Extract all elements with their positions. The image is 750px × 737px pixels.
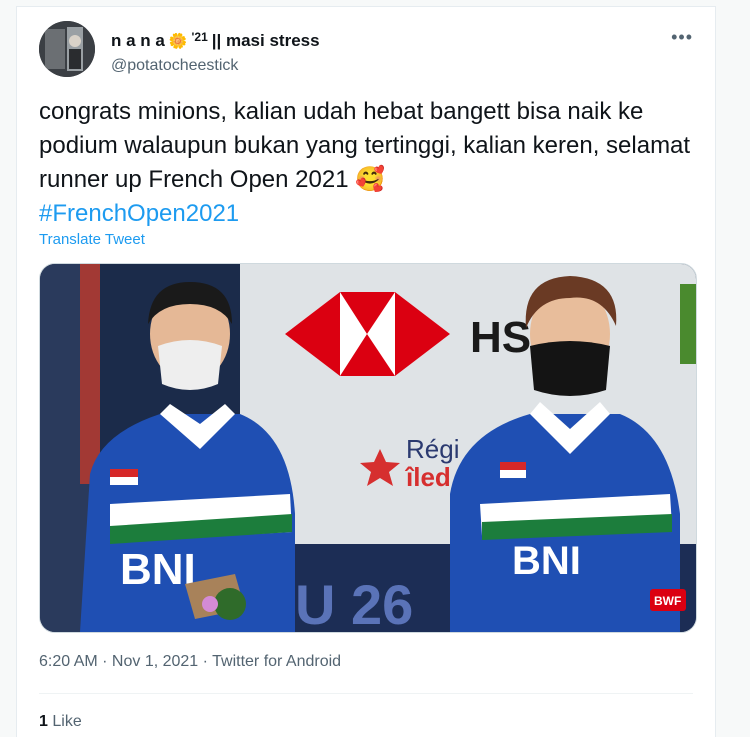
display-name-text: n a n a: [111, 31, 165, 50]
smiling-hearts-emoji-icon: 🥰: [355, 166, 386, 193]
tweet-card: n a n a 🌼 '21 || masi stress @potatochee…: [16, 6, 716, 737]
hashtag-link[interactable]: #FrenchOpen2021: [39, 200, 239, 227]
divider: [39, 693, 693, 694]
floor-number-text: U 26: [295, 573, 413, 632]
sponsor-banner-text: HS: [470, 313, 531, 362]
display-name-year: '21: [191, 30, 208, 44]
tweet-text: congrats minions, kalian udah hebat bang…: [39, 95, 699, 231]
flower-emoji-icon: 🌼: [168, 33, 188, 50]
translate-tweet-link[interactable]: Translate Tweet: [39, 231, 145, 248]
tweet-timestamp[interactable]: 6:20 AM · Nov 1, 2021 · Twitter for Andr…: [39, 653, 341, 671]
user-handle[interactable]: @potatocheestick: [111, 57, 238, 75]
tweet-header: n a n a 🌼 '21 || masi stress @potatochee…: [39, 21, 693, 81]
bwf-logo-text: BWF: [654, 594, 681, 608]
region-text-top: Régi: [406, 434, 459, 464]
right-jersey-text: BNI: [512, 539, 581, 583]
like-count-label: Like: [52, 713, 82, 730]
avatar[interactable]: [39, 21, 95, 77]
like-count-number: 1: [39, 713, 48, 730]
tweet-photo[interactable]: U 26 HS Régi îled BNI BNI BWF: [39, 263, 697, 633]
display-name[interactable]: n a n a 🌼 '21 || masi stress: [111, 30, 320, 51]
more-options-icon[interactable]: •••: [671, 27, 693, 48]
left-jersey-text: BNI: [120, 545, 196, 594]
display-name-suffix: || masi stress: [211, 31, 320, 50]
region-text-bottom: îled: [404, 462, 451, 492]
like-count[interactable]: 1 Like: [39, 713, 82, 731]
